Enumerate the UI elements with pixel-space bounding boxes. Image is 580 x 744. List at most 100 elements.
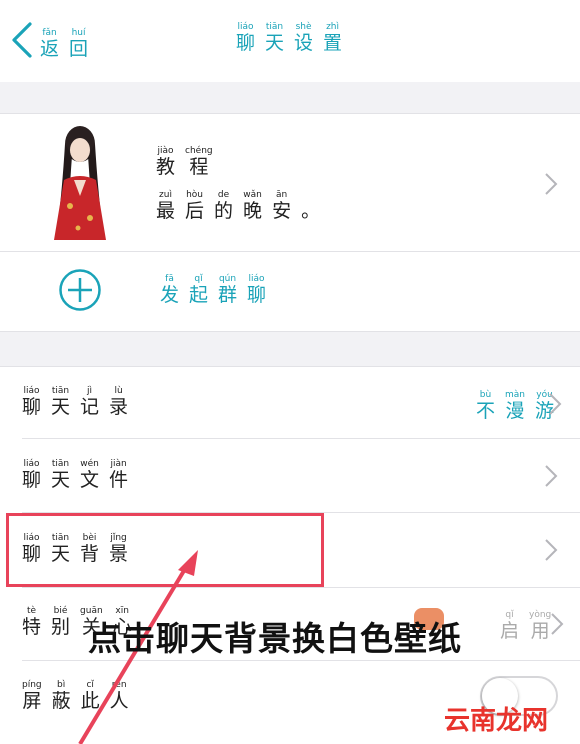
pinyin-text: de [217, 190, 230, 200]
pinyin-text: zhì [326, 22, 340, 32]
hanzi-text: 程 [189, 156, 209, 178]
hanzi-text: 聊 [236, 32, 256, 54]
hanzi-text: 漫 [505, 400, 525, 422]
ruby-char: yòng 用 [529, 610, 551, 642]
pinyin-text: lù [114, 386, 123, 396]
hanzi-text: 文 [80, 469, 100, 491]
watermark: 云南龙网 [444, 706, 549, 736]
ruby-char: de 的 [214, 190, 233, 222]
pinyin-text: jiào [157, 146, 174, 156]
hanzi-text: 。 [301, 200, 321, 222]
chevron-right-icon[interactable] [548, 392, 562, 416]
avatar[interactable] [46, 122, 114, 240]
hanzi-text: 启 [500, 620, 520, 642]
ruby-char: bù 不 [476, 390, 495, 422]
ruby-char: shè 设 [294, 22, 313, 54]
ruby-char: qún 群 [218, 274, 237, 306]
pinyin-text: tiān [51, 386, 70, 396]
ruby-char: 。 [301, 190, 320, 222]
ruby-char: tiān 天 [51, 459, 70, 491]
pinyin-text: jì [87, 386, 93, 396]
chevron-right-icon[interactable] [544, 464, 558, 488]
hanzi-text: 晚 [243, 200, 263, 222]
divider [0, 251, 580, 252]
hanzi-text: 聊 [247, 284, 267, 306]
hanzi-text: 最 [156, 200, 176, 222]
ruby-char: zhì 置 [323, 22, 342, 54]
back-button[interactable]: fǎn 返 huí 回 [6, 20, 98, 60]
hanzi-text: 发 [160, 284, 180, 306]
pinyin-text: màn [505, 390, 526, 400]
hanzi-text: 屏 [22, 690, 42, 712]
divider [0, 113, 580, 114]
ruby-char: liáo 聊 [247, 274, 266, 306]
hanzi-text: 置 [323, 32, 343, 54]
hanzi-text: 起 [189, 284, 209, 306]
pinyin-text: chéng [185, 146, 213, 156]
hanzi-text: 后 [185, 200, 205, 222]
hanzi-text: 聊 [22, 469, 42, 491]
pinyin-text: huí [71, 28, 86, 38]
hanzi-text: 群 [218, 284, 238, 306]
pinyin-text: liáo [23, 459, 40, 469]
pinyin-text: qǐ [194, 274, 203, 284]
hanzi-text: 回 [69, 38, 89, 60]
ruby-char: ān 安 [272, 190, 291, 222]
ruby-char: jiàn 件 [109, 459, 128, 491]
chevron-right-icon[interactable] [544, 172, 558, 196]
chevron-right-icon[interactable] [544, 538, 558, 562]
ruby-char: huí 回 [69, 28, 88, 60]
page-title: liáo 聊 tiān 天 shè 设 zhì 置 [236, 22, 352, 54]
ruby-char: liáo 聊 [22, 459, 41, 491]
start-group-chat-button[interactable]: fā 发 qǐ 起 qún 群 liáo 聊 [160, 274, 276, 306]
hanzi-text: 天 [51, 469, 71, 491]
ruby-char: lù 录 [109, 386, 128, 418]
pinyin-text: wǎn [243, 190, 262, 200]
setting-chat-files[interactable]: liáo 聊 tiān 天 wén 文 jiàn 件 [22, 459, 138, 491]
hanzi-text: 聊 [22, 396, 42, 418]
ruby-char: hòu 后 [185, 190, 204, 222]
hanzi-text: 用 [530, 620, 550, 642]
pinyin-text [309, 190, 312, 200]
hanzi-text: 特 [22, 616, 42, 638]
ruby-char: liáo 聊 [236, 22, 255, 54]
ruby-char: bié 别 [51, 606, 70, 638]
ruby-char: tè 特 [22, 606, 41, 638]
hanzi-text: 教 [156, 156, 176, 178]
ruby-char: fā 发 [160, 274, 179, 306]
pinyin-text: bù [479, 390, 492, 400]
hanzi-text: 录 [109, 396, 129, 418]
chevron-right-icon[interactable] [550, 612, 564, 636]
pinyin-text: qǐ [505, 610, 514, 620]
divider [22, 438, 580, 439]
hanzi-text: 返 [40, 38, 60, 60]
pinyin-text: fǎn [42, 28, 57, 38]
pinyin-text: liáo [248, 274, 265, 284]
ruby-char: píng 屏 [22, 680, 42, 712]
hanzi-text: 蔽 [51, 690, 71, 712]
pinyin-text: liáo [237, 22, 254, 32]
ruby-char: qǐ 启 [500, 610, 519, 642]
hanzi-text: 的 [214, 200, 234, 222]
ruby-char: wén 文 [80, 459, 99, 491]
ruby-char: bì 蔽 [52, 680, 71, 712]
pinyin-text: hòu [186, 190, 203, 200]
ruby-char: chéng 程 [185, 146, 213, 178]
hanzi-text: 安 [272, 200, 292, 222]
hanzi-text: 不 [476, 400, 496, 422]
contact-signature: zuì 最 hòu 后 de 的 wǎn 晚 ān 安 。 [156, 190, 330, 222]
pinyin-text: liáo [23, 386, 40, 396]
pinyin-text: fā [165, 274, 174, 284]
chevron-left-icon [12, 22, 32, 58]
ruby-char: qǐ 起 [189, 274, 208, 306]
pinyin-text: zuì [159, 190, 172, 200]
setting-chat-history[interactable]: liáo 聊 tiān 天 jì 记 lù 录 [22, 386, 138, 418]
hanzi-text: 天 [265, 32, 285, 54]
pinyin-text: tè [26, 606, 37, 616]
ruby-char: zuì 最 [156, 190, 175, 222]
contact-name: jiào 教 chéng 程 [156, 146, 223, 178]
ruby-char: liáo 聊 [22, 386, 41, 418]
pinyin-text: shè [295, 22, 312, 32]
hanzi-text: 设 [294, 32, 314, 54]
plus-circle-icon[interactable] [58, 268, 102, 312]
